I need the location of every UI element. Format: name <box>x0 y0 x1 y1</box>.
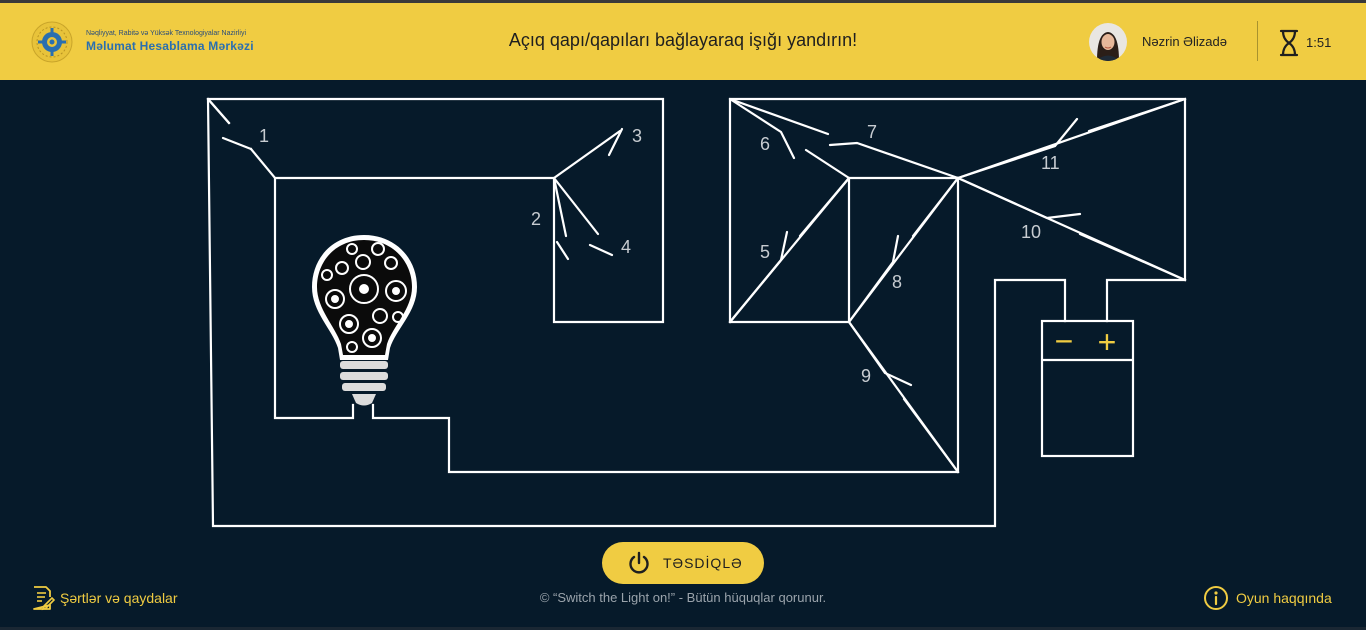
header: Nəqliyyat, Rabitə və Yüksək Texnologiyal… <box>0 3 1366 80</box>
switch-label-10: 10 <box>1021 222 1041 242</box>
about-link[interactable]: Oyun haqqında <box>1203 585 1343 611</box>
switch-label-6: 6 <box>760 134 770 154</box>
bulb-icon <box>312 235 417 406</box>
power-icon <box>629 551 649 574</box>
switch-label-3: 3 <box>632 126 642 146</box>
user-name: Nəzrin Əlizadə <box>1142 34 1227 49</box>
wire-bulb-return <box>371 97 1187 474</box>
confirm-label: TƏSDİQLƏ <box>663 555 743 571</box>
switch-label-2: 2 <box>531 209 541 229</box>
switch-label-9: 9 <box>861 366 871 386</box>
switch-label-11: 11 <box>1041 153 1060 173</box>
switch-label-5: 5 <box>760 242 770 262</box>
battery-minus: − <box>1055 323 1074 359</box>
switch-3[interactable] <box>552 127 624 180</box>
switch-label-7: 7 <box>867 122 877 142</box>
battery-icon: − + <box>1040 319 1135 458</box>
about-label: Oyun haqqında <box>1236 590 1332 606</box>
switch-label-8: 8 <box>892 272 902 292</box>
header-divider <box>1257 21 1258 61</box>
switch-2[interactable] <box>552 176 570 261</box>
confirm-button[interactable]: TƏSDİQLƏ <box>602 542 764 584</box>
circuit-board: 1 2 3 4 5 6 7 8 9 10 11 − + <box>206 97 1187 528</box>
timer: 1:51 <box>1306 35 1332 50</box>
switch-label-4: 4 <box>621 237 631 257</box>
info-icon <box>1204 586 1228 610</box>
hourglass-icon <box>1279 29 1299 57</box>
battery-plus: + <box>1098 324 1117 360</box>
switch-label-1: 1 <box>259 126 269 146</box>
copyright-text: © “Switch the Light on!” - Bütün hüquqla… <box>539 590 827 605</box>
switch-6[interactable] <box>728 97 851 180</box>
avatar[interactable] <box>1089 23 1127 61</box>
